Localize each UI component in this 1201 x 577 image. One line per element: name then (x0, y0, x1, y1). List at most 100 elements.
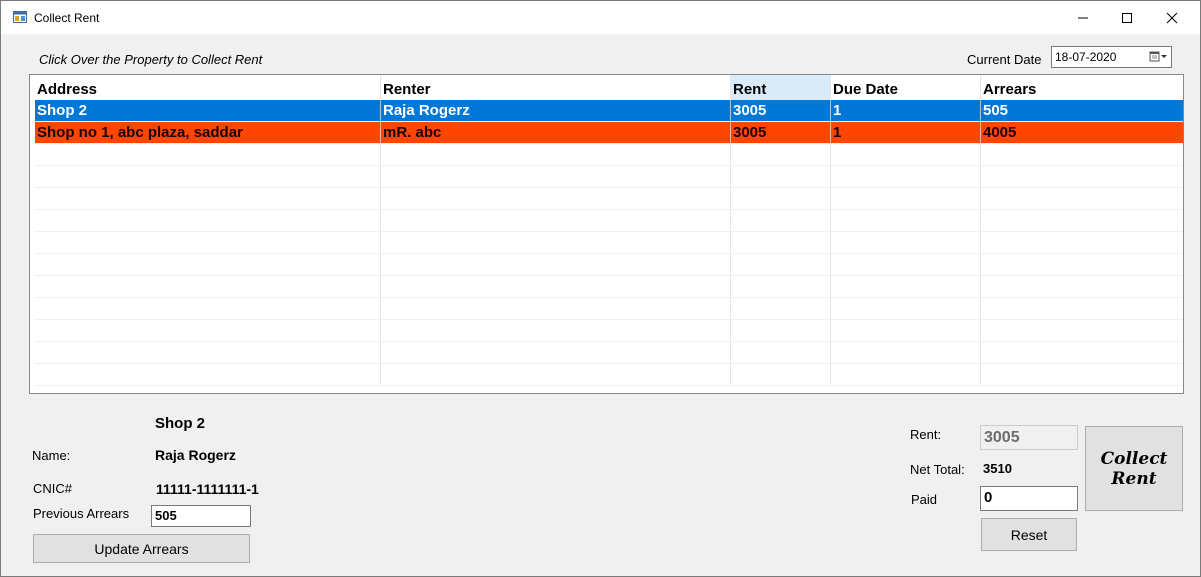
empty-cell (731, 342, 831, 363)
empty-cell (381, 166, 731, 187)
cell-address[interactable]: Shop no 1, abc plaza, saddar (35, 122, 381, 143)
update-arrears-button[interactable]: Update Arrears (33, 534, 250, 563)
empty-cell (731, 254, 831, 275)
previous-arrears-label: Previous Arrears (33, 506, 130, 521)
rent-label: Rent: (910, 427, 942, 442)
empty-cell (381, 210, 731, 231)
rent-value: 3005 (984, 429, 1020, 446)
close-button[interactable] (1149, 1, 1195, 34)
cell-rent[interactable]: 3005 (731, 122, 831, 143)
empty-cell (831, 188, 981, 209)
empty-grid-row (35, 254, 1183, 276)
cell-renter[interactable]: Raja Rogerz (381, 100, 731, 121)
empty-cell (831, 232, 981, 253)
cell-address[interactable]: Shop 2 (35, 100, 381, 121)
cell-arrears[interactable]: 4005 (981, 122, 1183, 143)
empty-cell (981, 342, 1183, 363)
window-title: Collect Rent (34, 11, 100, 25)
empty-cell (381, 188, 731, 209)
empty-cell (981, 364, 1183, 385)
empty-grid-row (35, 342, 1183, 364)
previous-arrears-input[interactable]: 505 (151, 505, 251, 527)
empty-cell (35, 298, 381, 319)
empty-cell (731, 166, 831, 187)
app-icon (13, 11, 27, 23)
empty-cell (381, 342, 731, 363)
empty-cell (731, 364, 831, 385)
net-total-label: Net Total: (910, 462, 965, 477)
title-bar[interactable]: Collect Rent (1, 1, 1200, 34)
empty-cell (981, 166, 1183, 187)
current-date-value: 18-07-2020 (1055, 50, 1117, 64)
maximize-button[interactable] (1104, 1, 1150, 34)
empty-cell (831, 320, 981, 341)
net-total-value: 3510 (983, 461, 1012, 476)
minimize-button[interactable] (1060, 1, 1106, 34)
empty-cell (831, 364, 981, 385)
cell-due-date[interactable]: 1 (831, 100, 981, 121)
calendar-dropdown-icon[interactable] (1147, 49, 1169, 65)
client-area: Click Over the Property to Collect Rent … (1, 34, 1200, 576)
empty-cell (831, 254, 981, 275)
empty-grid-row (35, 210, 1183, 232)
empty-cell (35, 254, 381, 275)
cell-due-date[interactable]: 1 (831, 122, 981, 143)
empty-grid-row (35, 298, 1183, 320)
cnic-label: CNIC# (33, 481, 73, 496)
table-row[interactable]: Shop 2 Raja Rogerz 3005 1 505 (35, 100, 1183, 122)
cell-arrears[interactable]: 505 (981, 100, 1183, 121)
empty-grid-row (35, 276, 1183, 298)
previous-arrears-value: 505 (155, 508, 177, 523)
rent-input: 3005 (980, 425, 1078, 450)
empty-grid-row (35, 232, 1183, 254)
column-header-address[interactable]: Address (35, 75, 381, 100)
paid-label: Paid (911, 492, 938, 507)
column-header-renter[interactable]: Renter (381, 75, 731, 100)
empty-grid-row (35, 144, 1183, 166)
empty-cell (831, 166, 981, 187)
column-header-due-date[interactable]: Due Date (831, 75, 981, 100)
column-header-arrears[interactable]: Arrears (981, 75, 1183, 100)
paid-input[interactable]: 0 (980, 486, 1078, 511)
empty-cell (981, 144, 1183, 165)
cell-renter[interactable]: mR. abc (381, 122, 731, 143)
empty-cell (981, 188, 1183, 209)
column-header-rent[interactable]: Rent (731, 75, 831, 100)
empty-grid-row (35, 364, 1183, 386)
empty-cell (981, 320, 1183, 341)
empty-cell (35, 342, 381, 363)
grid-header: Address Renter Rent Due Date Arrears (35, 75, 1183, 100)
collect-rent-label-line2: Rent (1111, 468, 1157, 489)
current-date-picker[interactable]: 18-07-2020 (1051, 46, 1172, 68)
empty-cell (981, 254, 1183, 275)
paid-value: 0 (984, 489, 993, 506)
empty-cell (981, 276, 1183, 297)
cell-rent[interactable]: 3005 (731, 100, 831, 121)
empty-cell (35, 276, 381, 297)
empty-cell (981, 298, 1183, 319)
empty-cell (35, 320, 381, 341)
empty-cell (381, 298, 731, 319)
current-date-label: Current Date (967, 52, 1042, 67)
table-row[interactable]: Shop no 1, abc plaza, saddar mR. abc 300… (35, 122, 1183, 144)
minimize-icon (1078, 17, 1088, 18)
empty-cell (35, 210, 381, 231)
renter-name: Raja Rogerz (155, 447, 236, 463)
empty-cell (731, 210, 831, 231)
reset-button[interactable]: Reset (981, 518, 1077, 551)
empty-cell (731, 188, 831, 209)
empty-cell (831, 144, 981, 165)
collect-rent-button[interactable]: Collect Rent (1085, 426, 1183, 511)
empty-cell (731, 298, 831, 319)
empty-cell (831, 342, 981, 363)
empty-cell (731, 276, 831, 297)
name-label: Name: (32, 448, 71, 463)
empty-grid-row (35, 188, 1183, 210)
empty-cell (731, 144, 831, 165)
empty-grid-row (35, 166, 1183, 188)
empty-cell (35, 364, 381, 385)
maximize-icon (1122, 12, 1132, 23)
empty-cell (831, 298, 981, 319)
empty-cell (381, 254, 731, 275)
property-grid[interactable]: Address Renter Rent Due Date Arrears Sho… (29, 74, 1184, 394)
